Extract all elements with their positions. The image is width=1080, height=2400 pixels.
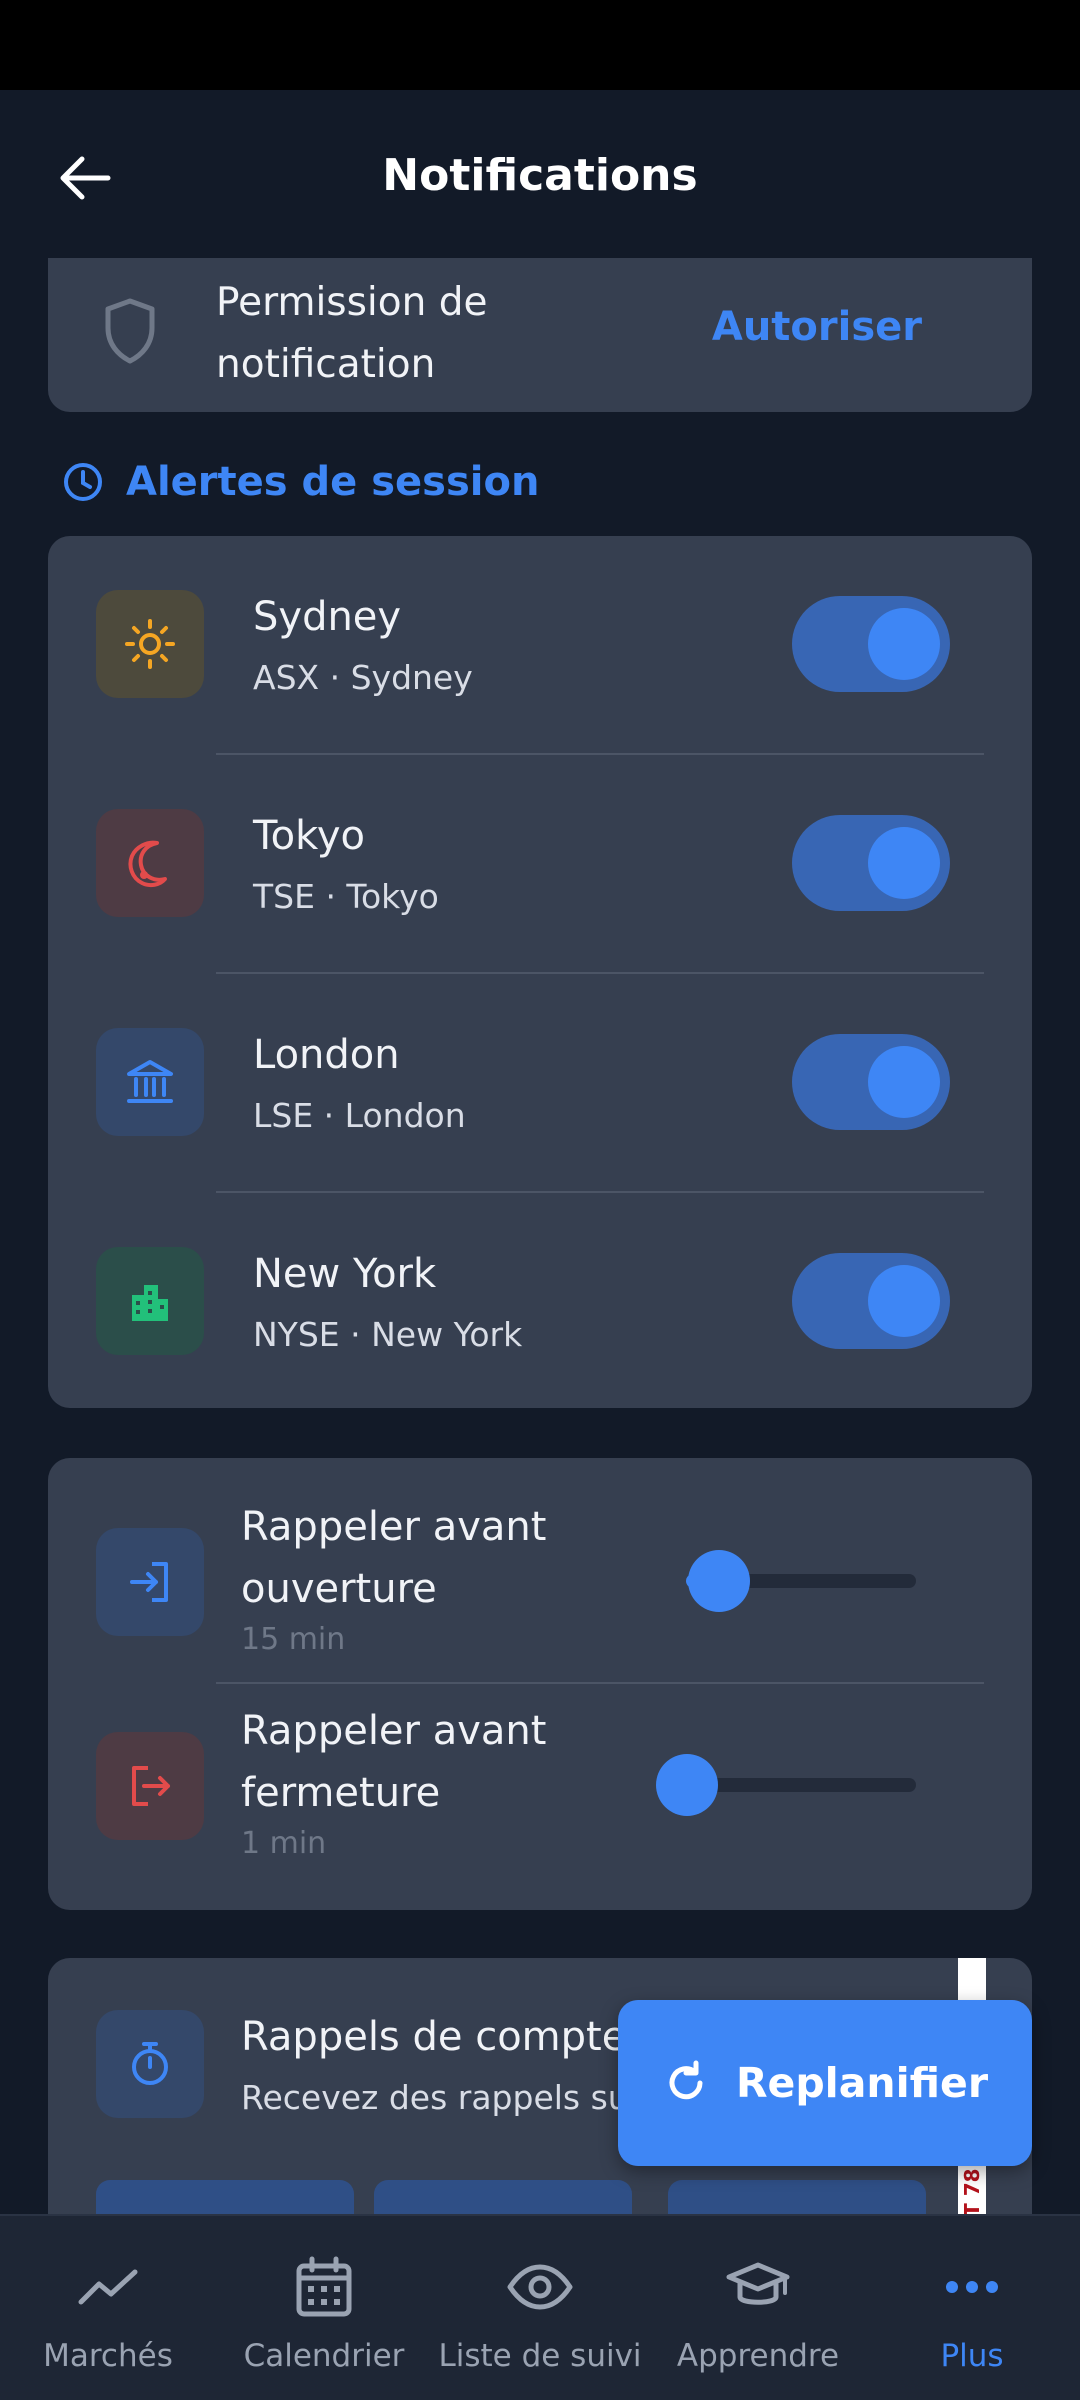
session-row-sydney: Sydney ASX · Sydney bbox=[48, 536, 1032, 755]
shield-icon bbox=[105, 298, 155, 364]
city-icon bbox=[132, 1285, 168, 1321]
session-row-london: London LSE · London bbox=[48, 974, 1032, 1193]
session-toggle-new-york[interactable] bbox=[792, 1253, 950, 1349]
session-toggle-tokyo[interactable] bbox=[792, 815, 950, 911]
nav-label: Apprendre bbox=[676, 2338, 840, 2374]
slider-thumb[interactable] bbox=[688, 1550, 751, 1612]
reschedule-button[interactable]: Replanifier bbox=[618, 2000, 1032, 2166]
session-name: Sydney bbox=[253, 594, 402, 640]
session-subtitle: ASX · Sydney bbox=[253, 658, 473, 697]
countdown-subtitle: Recevez des rappels su bbox=[241, 2078, 629, 2117]
session-toggle-london[interactable] bbox=[792, 1034, 950, 1130]
reminder-value: 15 min bbox=[241, 1622, 346, 1657]
reminders-card: Rappeler avant ouverture 15 min Rappeler… bbox=[48, 1458, 1032, 1910]
status-bar bbox=[0, 0, 1080, 90]
reminder-icon-tile bbox=[96, 1732, 204, 1840]
session-subtitle: NYSE · New York bbox=[253, 1315, 523, 1354]
session-row-new-york: New York NYSE · New York bbox=[48, 1193, 1032, 1412]
reminder-value: 1 min bbox=[241, 1826, 327, 1861]
sessions-card: Sydney ASX · Sydney Tokyo TSE · Tokyo Lo… bbox=[48, 536, 1032, 1408]
timer-icon bbox=[132, 2042, 168, 2085]
reminder-close-slider[interactable] bbox=[656, 1754, 916, 1816]
sun-icon bbox=[125, 619, 175, 669]
permission-card: Permission de notification Autoriser bbox=[48, 258, 1032, 412]
session-name: London bbox=[253, 1032, 400, 1078]
nav-item-markets[interactable]: Marchés bbox=[20, 2216, 196, 2400]
session-icon-tile bbox=[96, 590, 204, 698]
nav-label: Liste de suivi bbox=[438, 2338, 642, 2374]
countdown-icon-tile bbox=[96, 2010, 204, 2118]
reminder-title: Rappeler avant fermeture bbox=[241, 1708, 547, 1816]
refresh-icon bbox=[669, 2060, 703, 2100]
toggle-knob bbox=[868, 827, 940, 899]
nav-item-more[interactable]: Plus bbox=[886, 2216, 1058, 2400]
reminder-open-slider[interactable] bbox=[686, 1550, 916, 1612]
nav-item-watchlist[interactable]: Liste de suivi bbox=[432, 2216, 648, 2400]
session-name: Tokyo bbox=[253, 813, 365, 859]
slider-thumb[interactable] bbox=[656, 1754, 718, 1816]
chart-line-icon bbox=[78, 2269, 138, 2305]
reminder-icon-tile bbox=[96, 1528, 204, 1636]
nav-label: Plus bbox=[940, 2338, 1004, 2374]
session-subtitle: LSE · London bbox=[253, 1096, 466, 1135]
session-toggle-sydney[interactable] bbox=[792, 596, 950, 692]
calendar-icon bbox=[296, 2256, 352, 2317]
bottom-nav: Marchés Calendrier Liste de suivi Appren… bbox=[0, 2214, 1080, 2400]
app-bar: Notifications bbox=[0, 90, 1080, 258]
reminder-row-open: Rappeler avant ouverture 15 min bbox=[48, 1458, 1032, 1664]
toggle-knob bbox=[868, 1265, 940, 1337]
clock-icon bbox=[64, 463, 102, 501]
moon-icon bbox=[128, 840, 167, 888]
reminder-title: Rappeler avant ouverture bbox=[241, 1504, 547, 1612]
reminder-row-close: Rappeler avant fermeture 1 min bbox=[48, 1662, 1032, 1868]
graduation-cap-icon bbox=[726, 2262, 790, 2305]
session-icon-tile bbox=[96, 809, 204, 917]
session-subtitle: TSE · Tokyo bbox=[253, 877, 439, 916]
nav-item-learn[interactable]: Apprendre bbox=[660, 2216, 856, 2400]
page-title: Notifications bbox=[382, 150, 698, 201]
countdown-title: Rappels de compte bbox=[241, 2014, 627, 2060]
session-row-tokyo: Tokyo TSE · Tokyo bbox=[48, 755, 1032, 974]
nav-label: Marchés bbox=[43, 2338, 173, 2374]
bank-icon bbox=[127, 1060, 173, 1103]
session-icon-tile bbox=[96, 1247, 204, 1355]
allow-button[interactable]: Autoriser bbox=[712, 304, 922, 350]
session-icon-tile bbox=[96, 1028, 204, 1136]
nav-item-calendar[interactable]: Calendrier bbox=[226, 2216, 422, 2400]
session-alerts-header: Alertes de session bbox=[62, 455, 539, 509]
permission-label: Permission de notification bbox=[216, 280, 488, 387]
reschedule-label: Replanifier bbox=[735, 2059, 989, 2107]
toggle-knob bbox=[868, 1046, 940, 1118]
session-name: New York bbox=[253, 1251, 437, 1297]
more-dots-icon bbox=[946, 2281, 998, 2293]
login-icon bbox=[130, 1562, 168, 1602]
eye-icon bbox=[507, 2264, 573, 2310]
logout-icon bbox=[132, 1766, 170, 1806]
toggle-knob bbox=[868, 608, 940, 680]
nav-label: Calendrier bbox=[243, 2338, 405, 2374]
section-title: Alertes de session bbox=[126, 459, 540, 505]
